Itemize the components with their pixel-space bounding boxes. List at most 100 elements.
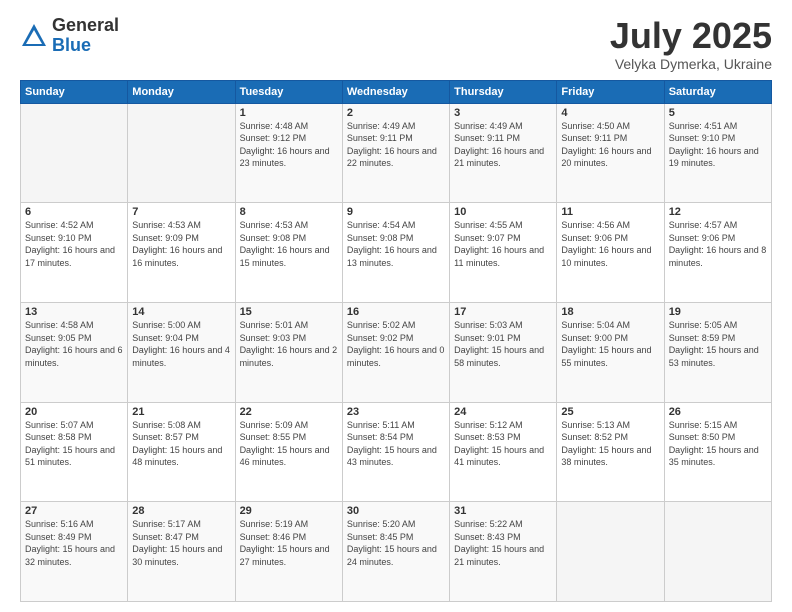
logo-text: General Blue xyxy=(52,16,119,56)
calendar-cell xyxy=(21,103,128,203)
day-info: Sunrise: 5:09 AMSunset: 8:55 PMDaylight:… xyxy=(240,419,338,469)
day-number: 6 xyxy=(25,206,123,218)
subtitle: Velyka Dymerka, Ukraine xyxy=(610,56,772,72)
calendar-cell xyxy=(557,502,664,602)
day-info: Sunrise: 5:17 AMSunset: 8:47 PMDaylight:… xyxy=(132,518,230,568)
day-number: 31 xyxy=(454,505,552,517)
day-info: Sunrise: 4:57 AMSunset: 9:06 PMDaylight:… xyxy=(669,219,767,269)
day-info: Sunrise: 4:55 AMSunset: 9:07 PMDaylight:… xyxy=(454,219,552,269)
day-number: 3 xyxy=(454,107,552,119)
day-info: Sunrise: 5:03 AMSunset: 9:01 PMDaylight:… xyxy=(454,319,552,369)
calendar-cell: 4Sunrise: 4:50 AMSunset: 9:11 PMDaylight… xyxy=(557,103,664,203)
day-number: 4 xyxy=(561,107,659,119)
day-number: 17 xyxy=(454,306,552,318)
calendar-cell: 22Sunrise: 5:09 AMSunset: 8:55 PMDayligh… xyxy=(235,402,342,502)
day-info: Sunrise: 5:12 AMSunset: 8:53 PMDaylight:… xyxy=(454,419,552,469)
page: General Blue July 2025 Velyka Dymerka, U… xyxy=(0,0,792,612)
calendar-cell: 16Sunrise: 5:02 AMSunset: 9:02 PMDayligh… xyxy=(342,302,449,402)
day-number: 14 xyxy=(132,306,230,318)
calendar-cell: 27Sunrise: 5:16 AMSunset: 8:49 PMDayligh… xyxy=(21,502,128,602)
calendar-cell: 15Sunrise: 5:01 AMSunset: 9:03 PMDayligh… xyxy=(235,302,342,402)
day-info: Sunrise: 5:04 AMSunset: 9:00 PMDaylight:… xyxy=(561,319,659,369)
day-number: 7 xyxy=(132,206,230,218)
calendar-cell: 21Sunrise: 5:08 AMSunset: 8:57 PMDayligh… xyxy=(128,402,235,502)
day-number: 28 xyxy=(132,505,230,517)
day-number: 18 xyxy=(561,306,659,318)
day-number: 1 xyxy=(240,107,338,119)
calendar-cell: 1Sunrise: 4:48 AMSunset: 9:12 PMDaylight… xyxy=(235,103,342,203)
calendar-cell: 6Sunrise: 4:52 AMSunset: 9:10 PMDaylight… xyxy=(21,203,128,303)
day-info: Sunrise: 5:05 AMSunset: 8:59 PMDaylight:… xyxy=(669,319,767,369)
calendar-cell: 26Sunrise: 5:15 AMSunset: 8:50 PMDayligh… xyxy=(664,402,771,502)
day-info: Sunrise: 4:54 AMSunset: 9:08 PMDaylight:… xyxy=(347,219,445,269)
col-sunday: Sunday xyxy=(21,80,128,103)
day-info: Sunrise: 4:50 AMSunset: 9:11 PMDaylight:… xyxy=(561,120,659,170)
day-number: 25 xyxy=(561,406,659,418)
calendar-cell: 31Sunrise: 5:22 AMSunset: 8:43 PMDayligh… xyxy=(450,502,557,602)
calendar-cell: 14Sunrise: 5:00 AMSunset: 9:04 PMDayligh… xyxy=(128,302,235,402)
logo-blue: Blue xyxy=(52,36,119,56)
col-monday: Monday xyxy=(128,80,235,103)
day-number: 21 xyxy=(132,406,230,418)
day-info: Sunrise: 5:11 AMSunset: 8:54 PMDaylight:… xyxy=(347,419,445,469)
day-info: Sunrise: 5:02 AMSunset: 9:02 PMDaylight:… xyxy=(347,319,445,369)
title-section: July 2025 Velyka Dymerka, Ukraine xyxy=(610,16,772,72)
logo-icon xyxy=(20,22,48,50)
header: General Blue July 2025 Velyka Dymerka, U… xyxy=(20,16,772,72)
day-info: Sunrise: 4:48 AMSunset: 9:12 PMDaylight:… xyxy=(240,120,338,170)
day-number: 10 xyxy=(454,206,552,218)
calendar-cell: 23Sunrise: 5:11 AMSunset: 8:54 PMDayligh… xyxy=(342,402,449,502)
day-number: 20 xyxy=(25,406,123,418)
day-number: 26 xyxy=(669,406,767,418)
day-info: Sunrise: 5:22 AMSunset: 8:43 PMDaylight:… xyxy=(454,518,552,568)
day-number: 16 xyxy=(347,306,445,318)
calendar-cell: 9Sunrise: 4:54 AMSunset: 9:08 PMDaylight… xyxy=(342,203,449,303)
day-info: Sunrise: 4:53 AMSunset: 9:08 PMDaylight:… xyxy=(240,219,338,269)
calendar-cell: 12Sunrise: 4:57 AMSunset: 9:06 PMDayligh… xyxy=(664,203,771,303)
day-info: Sunrise: 5:01 AMSunset: 9:03 PMDaylight:… xyxy=(240,319,338,369)
day-number: 29 xyxy=(240,505,338,517)
day-info: Sunrise: 4:53 AMSunset: 9:09 PMDaylight:… xyxy=(132,219,230,269)
day-info: Sunrise: 5:08 AMSunset: 8:57 PMDaylight:… xyxy=(132,419,230,469)
col-thursday: Thursday xyxy=(450,80,557,103)
col-wednesday: Wednesday xyxy=(342,80,449,103)
calendar-cell: 19Sunrise: 5:05 AMSunset: 8:59 PMDayligh… xyxy=(664,302,771,402)
day-info: Sunrise: 5:00 AMSunset: 9:04 PMDaylight:… xyxy=(132,319,230,369)
day-number: 30 xyxy=(347,505,445,517)
calendar-cell: 13Sunrise: 4:58 AMSunset: 9:05 PMDayligh… xyxy=(21,302,128,402)
calendar-cell: 18Sunrise: 5:04 AMSunset: 9:00 PMDayligh… xyxy=(557,302,664,402)
day-number: 23 xyxy=(347,406,445,418)
calendar-week-5: 27Sunrise: 5:16 AMSunset: 8:49 PMDayligh… xyxy=(21,502,772,602)
day-number: 12 xyxy=(669,206,767,218)
col-saturday: Saturday xyxy=(664,80,771,103)
day-info: Sunrise: 4:52 AMSunset: 9:10 PMDaylight:… xyxy=(25,219,123,269)
calendar-cell: 8Sunrise: 4:53 AMSunset: 9:08 PMDaylight… xyxy=(235,203,342,303)
calendar-week-1: 1Sunrise: 4:48 AMSunset: 9:12 PMDaylight… xyxy=(21,103,772,203)
day-number: 19 xyxy=(669,306,767,318)
calendar-cell: 25Sunrise: 5:13 AMSunset: 8:52 PMDayligh… xyxy=(557,402,664,502)
calendar-cell: 2Sunrise: 4:49 AMSunset: 9:11 PMDaylight… xyxy=(342,103,449,203)
day-info: Sunrise: 4:56 AMSunset: 9:06 PMDaylight:… xyxy=(561,219,659,269)
logo: General Blue xyxy=(20,16,119,56)
col-tuesday: Tuesday xyxy=(235,80,342,103)
calendar-cell: 3Sunrise: 4:49 AMSunset: 9:11 PMDaylight… xyxy=(450,103,557,203)
calendar-week-3: 13Sunrise: 4:58 AMSunset: 9:05 PMDayligh… xyxy=(21,302,772,402)
day-number: 5 xyxy=(669,107,767,119)
calendar-table: Sunday Monday Tuesday Wednesday Thursday… xyxy=(20,80,772,602)
day-info: Sunrise: 4:51 AMSunset: 9:10 PMDaylight:… xyxy=(669,120,767,170)
day-number: 27 xyxy=(25,505,123,517)
calendar-week-2: 6Sunrise: 4:52 AMSunset: 9:10 PMDaylight… xyxy=(21,203,772,303)
day-info: Sunrise: 4:58 AMSunset: 9:05 PMDaylight:… xyxy=(25,319,123,369)
calendar-cell xyxy=(664,502,771,602)
col-friday: Friday xyxy=(557,80,664,103)
day-info: Sunrise: 5:07 AMSunset: 8:58 PMDaylight:… xyxy=(25,419,123,469)
day-number: 13 xyxy=(25,306,123,318)
calendar-cell: 7Sunrise: 4:53 AMSunset: 9:09 PMDaylight… xyxy=(128,203,235,303)
calendar-cell: 17Sunrise: 5:03 AMSunset: 9:01 PMDayligh… xyxy=(450,302,557,402)
day-info: Sunrise: 5:15 AMSunset: 8:50 PMDaylight:… xyxy=(669,419,767,469)
day-number: 22 xyxy=(240,406,338,418)
day-number: 15 xyxy=(240,306,338,318)
day-info: Sunrise: 4:49 AMSunset: 9:11 PMDaylight:… xyxy=(347,120,445,170)
calendar-cell: 28Sunrise: 5:17 AMSunset: 8:47 PMDayligh… xyxy=(128,502,235,602)
calendar-cell: 30Sunrise: 5:20 AMSunset: 8:45 PMDayligh… xyxy=(342,502,449,602)
